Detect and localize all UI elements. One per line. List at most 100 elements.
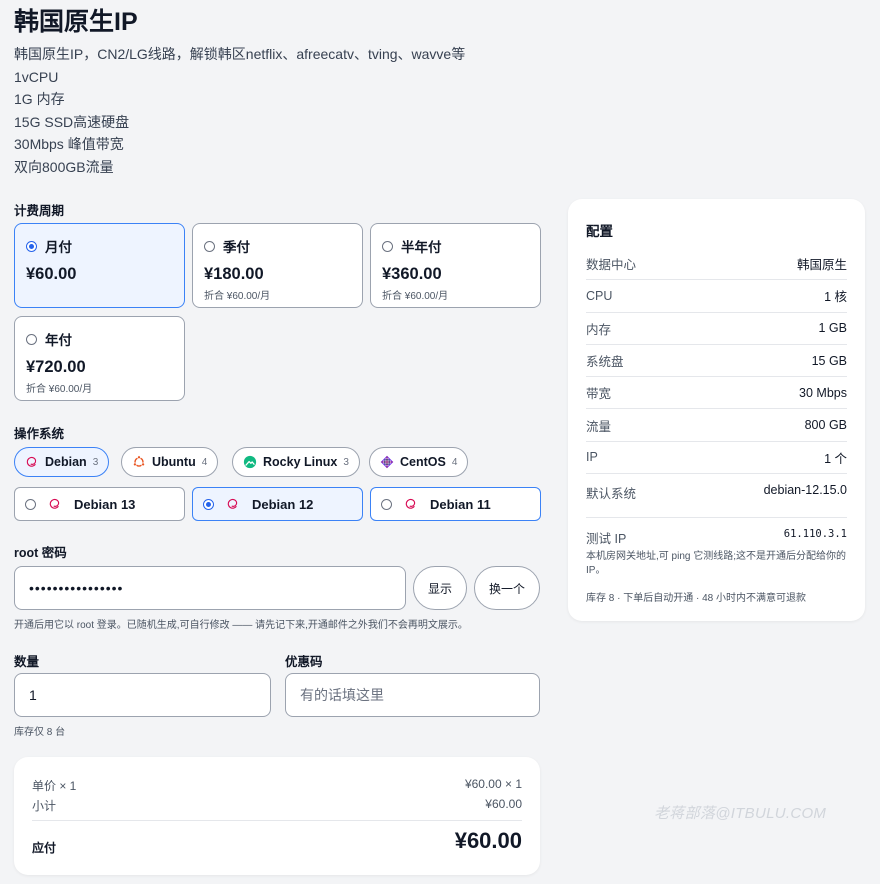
os-family-name: Debian <box>45 455 87 469</box>
root-password-hint: 开通后用它以 root 登录。已随机生成,可自行修改 —— 请先记下来,开通邮件… <box>14 620 468 631</box>
desc-line: 30Mbps 峰值带宽 <box>14 136 124 153</box>
stock-note: 库存 8 · 下单后自动开通 · 48 小时内不满意可退款 <box>586 593 807 604</box>
billing-label: 计费周期 <box>14 204 65 218</box>
config-row: 默认系统 debian-12.15.0 <box>586 474 847 519</box>
config-key: 内存 <box>586 322 612 337</box>
os-label: 操作系统 <box>14 427 65 441</box>
stock-hint: 库存仅 8 台 <box>14 727 66 738</box>
radio-icon[interactable] <box>204 240 215 252</box>
os-version-debian-11[interactable]: Debian 11 <box>370 487 541 521</box>
config-value: 800 GB <box>804 418 847 433</box>
unit-price-value: ¥60.00 × 1 <box>464 777 522 791</box>
centos-icon <box>380 455 394 469</box>
unit-price-label: 单价 × 1 <box>32 779 77 793</box>
os-family-rocky-linux[interactable]: Rocky Linux 3 <box>232 447 360 477</box>
desc-line: 1G 内存 <box>14 91 65 108</box>
coupon-input[interactable] <box>285 673 540 717</box>
config-value: debian-12.15.0 <box>763 483 847 498</box>
billing-option-yearly[interactable]: 年付 ¥720.00 折合 ¥60.00/月 <box>14 316 185 401</box>
config-row: 系统盘 15 GB <box>586 345 847 378</box>
os-family-ubuntu[interactable]: Ubuntu 4 <box>121 447 219 477</box>
billing-option-note: 折合 ¥60.00/月 <box>204 291 271 302</box>
product-description: 韩国原生IP，CN2/LG线路，解锁韩区netflix、afreecatv、tv… <box>14 43 465 179</box>
desc-line: 韩国原生IP，CN2/LG线路，解锁韩区netflix、afreecatv、tv… <box>14 46 466 62</box>
os-version-name: Debian 12 <box>252 496 314 512</box>
os-family-count: 3 <box>343 456 349 468</box>
subtotal-row: 小计 ¥60.00 <box>32 797 522 814</box>
config-key: IP <box>586 450 598 465</box>
radio-icon[interactable] <box>203 498 214 510</box>
subtotal-label: 小计 <box>32 799 57 813</box>
config-row: 数据中心 韩国原生 <box>586 248 847 281</box>
os-version-debian-13[interactable]: Debian 13 <box>14 487 185 521</box>
billing-option-name: 半年付 <box>401 240 442 255</box>
divider <box>32 820 522 821</box>
radio-icon[interactable] <box>26 333 37 345</box>
os-family-centos[interactable]: CentOS 4 <box>369 447 469 477</box>
debian-icon <box>49 498 60 509</box>
billing-option-price: ¥180.00 <box>204 265 264 283</box>
billing-option-monthly[interactable]: 月付 ¥60.00 <box>14 223 185 308</box>
billing-option-quarterly[interactable]: 季付 ¥180.00 折合 ¥60.00/月 <box>192 223 363 308</box>
radio-icon[interactable] <box>381 498 392 510</box>
root-password-label: root 密码 <box>14 546 67 560</box>
radio-icon[interactable] <box>25 498 36 510</box>
config-panel: 配置 数据中心 韩国原生 CPU 1 核 内存 1 GB 系统盘 15 GB 带宽 30 … <box>568 199 865 621</box>
test-ip-value[interactable]: 61.110.3.1 <box>784 528 847 547</box>
product-title: 韩国原生IP <box>14 8 138 36</box>
config-row: 带宽 30 Mbps <box>586 377 847 410</box>
billing-option-price: ¥360.00 <box>382 265 442 283</box>
config-key: 默认系统 <box>586 487 637 502</box>
config-key: 数据中心 <box>586 258 637 273</box>
os-family-debian[interactable]: Debian 3 <box>14 447 110 477</box>
config-value: 1 GB <box>818 321 848 336</box>
test-ip-label: 测试 IP <box>586 532 627 546</box>
radio-icon[interactable] <box>382 240 393 252</box>
config-value: 韩国原生 <box>796 258 847 273</box>
os-family-count: 4 <box>451 456 458 468</box>
billing-option-name: 年付 <box>45 333 72 348</box>
os-family-name: CentOS <box>400 455 446 469</box>
os-family-name: Ubuntu <box>152 455 196 469</box>
debian-icon <box>227 498 238 509</box>
billing-option-note: 折合 ¥60.00/月 <box>382 291 449 302</box>
config-row: IP 1 个 <box>586 442 847 475</box>
quantity-label: 数量 <box>14 655 40 669</box>
quantity-input[interactable] <box>14 673 271 717</box>
os-family-name: Rocky Linux <box>263 455 338 469</box>
billing-option-price: ¥720.00 <box>26 358 86 376</box>
config-row: 流量 800 GB <box>586 410 847 442</box>
root-password-input[interactable] <box>14 566 406 610</box>
config-value: 1 核 <box>824 290 847 305</box>
rocky-linux-icon <box>243 455 257 469</box>
radio-icon[interactable] <box>26 240 37 252</box>
watermark: 老蒋部落@ITBULU.COM <box>654 805 827 822</box>
config-key: 流量 <box>586 419 612 434</box>
config-key: CPU <box>586 288 613 303</box>
desc-line: 1vCPU <box>14 68 59 85</box>
total-value: ¥60.00 <box>454 828 522 853</box>
config-value: 30 Mbps <box>799 385 847 400</box>
config-value: 1 个 <box>824 451 847 466</box>
billing-option-price: ¥60.00 <box>26 265 77 283</box>
billing-option-name: 季付 <box>223 240 250 255</box>
subtotal-value: ¥60.00 <box>485 797 522 811</box>
config-row: 内存 1 GB <box>586 313 847 345</box>
show-password-button[interactable]: 显示 <box>413 566 467 610</box>
debian-icon <box>26 456 37 467</box>
os-version-debian-12[interactable]: Debian 12 <box>192 487 363 521</box>
unit-price-row: 单价 × 1 ¥60.00 × 1 <box>32 777 522 794</box>
order-summary: 单价 × 1 ¥60.00 × 1 小计 ¥60.00 应付 ¥60.00 <box>14 757 540 875</box>
billing-option-name: 月付 <box>45 240 72 255</box>
os-family-count: 3 <box>92 456 99 468</box>
config-title: 配置 <box>586 224 613 239</box>
billing-option-half-year[interactable]: 半年付 ¥360.00 折合 ¥60.00/月 <box>370 223 541 308</box>
os-version-name: Debian 11 <box>430 496 491 512</box>
test-ip-row: 测试 IP 61.110.3.1 <box>586 528 847 547</box>
test-ip-note: 本机房网关地址,可 ping 它测线路;这不是开通后分配给你的 IP。 <box>586 551 847 576</box>
regenerate-password-button[interactable]: 换一个 <box>474 566 540 610</box>
debian-icon <box>405 498 416 509</box>
config-value: 15 GB <box>811 353 847 368</box>
config-key: 带宽 <box>586 387 612 402</box>
desc-line: 双向800GB流量 <box>14 158 114 175</box>
